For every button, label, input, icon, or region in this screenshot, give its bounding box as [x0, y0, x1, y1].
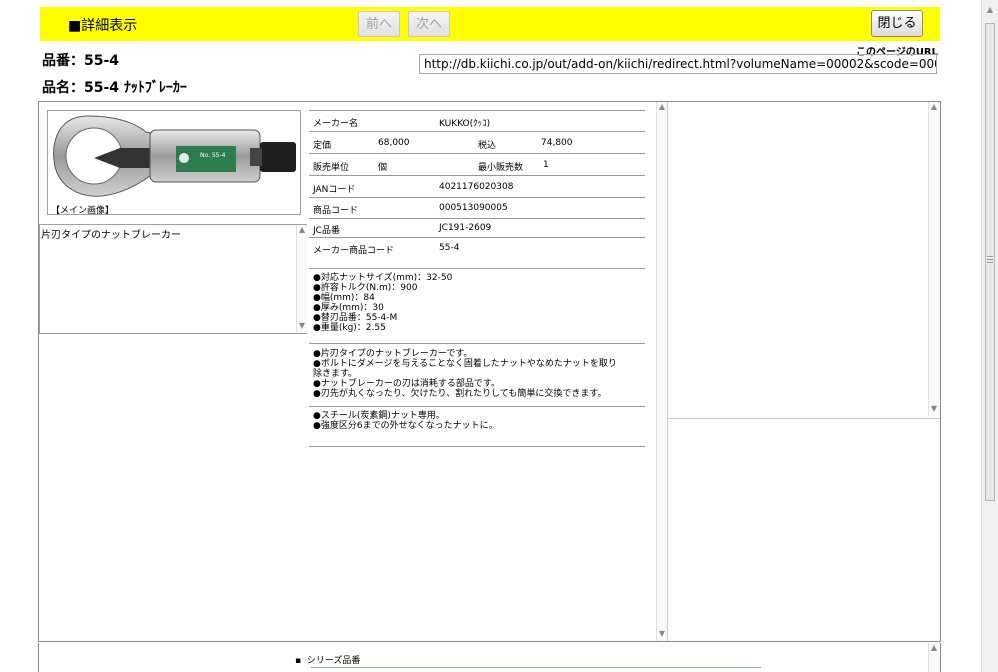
product-code-label: 商品コード [313, 206, 359, 216]
product-number: 品番：55-4 [42, 50, 119, 70]
header-bar: ■詳細表示 前へ 次へ 閉じる [40, 7, 940, 41]
next-button[interactable]: 次へ [408, 11, 450, 37]
unit-value: 個 [378, 163, 388, 173]
series-label: ▪ シリーズ品番 [295, 653, 360, 666]
row-divider [309, 197, 645, 198]
series-frame: ▪ シリーズ品番 ▲ [38, 643, 941, 672]
row-divider [309, 446, 645, 447]
scroll-down-icon[interactable]: ▼ [657, 629, 667, 638]
image-caption: 【メイン画像】 [51, 206, 115, 216]
maker-value: KUKKO(ｸｯｺ) [439, 119, 491, 129]
tag-text: No. 55-4 [200, 152, 226, 159]
product-number-value: 55-4 [84, 53, 120, 69]
scroll-up-icon[interactable]: ▲ [985, 5, 995, 14]
grip-line [987, 259, 993, 260]
right-panel-scrollbar[interactable]: ▲ ▼ [928, 102, 939, 416]
scroll-down-icon[interactable]: ▼ [297, 321, 307, 330]
row-divider [309, 237, 645, 238]
row-divider [309, 218, 645, 219]
min-qty-value: 1 [543, 160, 549, 170]
right-panel: ▲ ▼ [668, 102, 940, 419]
product-name-label: 品名： [42, 80, 84, 96]
list-price-value: 68,000 [378, 138, 410, 148]
row-divider [309, 268, 645, 269]
feature-item: ●ナットブレーカーの刃は消耗する部品です。 [313, 379, 500, 389]
jc-value: JC191-2609 [439, 223, 492, 233]
product-code-value: 000513090005 [439, 203, 508, 213]
spec-frame-scrollbar[interactable]: ▲ ▼ [656, 102, 667, 641]
maker-code-label: メーカー商品コード [313, 246, 395, 256]
feature-item: ●刃先が丸くなったり、欠けたり、割れたりしても簡単に交換できます。 [313, 389, 607, 399]
main-image-box: No. 55-4 【メイン画像】 [47, 110, 301, 216]
series-label-text: シリーズ品番 [306, 656, 361, 666]
feature-item: ●ボルトにダメージを与えることなく固着したナットやなめたナットを取り [313, 359, 617, 369]
page-url-field[interactable]: http://db.kiichi.co.jp/out/add-on/kiichi… [419, 54, 937, 74]
list-price-label: 定価 [313, 141, 332, 151]
page-scrollbar-thumb[interactable] [985, 23, 995, 501]
product-name-value: 55-4 ﾅｯﾄﾌﾞﾚｰｶｰ [84, 80, 187, 96]
description-box[interactable]: 片刃タイプのナットブレーカー ▲ ▼ [39, 224, 307, 334]
spec-item: ●厚み(mm)：30 [313, 303, 384, 313]
tax-in-label: 税込 [478, 141, 497, 151]
grip-line [987, 256, 993, 257]
grip-line [987, 262, 993, 263]
jan-label: JANコード [313, 185, 356, 195]
spec-item: ●幅(mm)：84 [313, 293, 375, 303]
spec-item: ●替刃品番：55-4-M [313, 313, 398, 323]
note-item: ●スチール(炭素鋼)ナット専用。 [313, 411, 445, 421]
row-divider [309, 131, 645, 132]
scroll-up-icon[interactable]: ▲ [297, 225, 307, 234]
spec-item: ●許容トルク(N.m)：900 [313, 283, 418, 293]
feature-item: 除きます。 [313, 369, 358, 379]
feature-list: ●片刃タイプのナットブレーカーです。 ●ボルトにダメージを与えることなく固着した… [313, 349, 617, 399]
note-list: ●スチール(炭素鋼)ナット専用。 ●強度区分6までの外せなくなったナットに。 [313, 411, 498, 431]
jan-value: 4021176020308 [439, 182, 514, 192]
min-qty-label: 最小販売数 [478, 163, 524, 173]
row-divider [309, 153, 645, 154]
scroll-down-icon[interactable]: ▼ [929, 404, 939, 413]
prev-button[interactable]: 前へ [358, 11, 400, 37]
row-divider [309, 343, 645, 344]
scroll-up-icon[interactable]: ▲ [929, 102, 939, 111]
tax-in-value: 74,800 [541, 138, 573, 148]
page-scrollbar[interactable]: ▲ [981, 0, 998, 672]
series-frame-scrollbar[interactable]: ▲ [928, 643, 939, 672]
bullet-icon: ▪ [295, 656, 302, 666]
scroll-up-icon[interactable]: ▲ [657, 102, 667, 111]
spec-list: ●対応ナットサイズ(mm)：32-50 ●許容トルク(N.m)：900 ●幅(m… [313, 273, 452, 333]
nut-breaker-photo-icon: No. 55-4 [53, 115, 296, 197]
product-number-label: 品番： [42, 53, 84, 69]
header-title: ■詳細表示 [68, 18, 138, 34]
spec-item: ●重量(kg)：2.55 [313, 323, 386, 333]
row-divider [309, 110, 645, 111]
maker-code-value: 55-4 [439, 243, 460, 253]
description-scrollbar[interactable]: ▲ ▼ [296, 225, 307, 333]
product-name: 品名：55-4 ﾅｯﾄﾌﾞﾚｰｶｰ [42, 77, 187, 97]
note-item: ●強度区分6までの外せなくなったナットに。 [313, 421, 498, 431]
row-divider [309, 175, 645, 176]
feature-item: ●片刃タイプのナットブレーカーです。 [313, 349, 473, 359]
maker-label: メーカー名 [313, 119, 359, 129]
description-text: 片刃タイプのナットブレーカー [41, 230, 181, 241]
row-divider [309, 406, 645, 407]
close-button[interactable]: 閉じる [871, 10, 923, 37]
unit-label: 販売単位 [313, 163, 350, 173]
spec-item: ●対応ナットサイズ(mm)：32-50 [313, 273, 453, 283]
jc-label: JC品番 [313, 226, 340, 236]
series-table-top [311, 667, 761, 668]
scroll-up-icon[interactable]: ▲ [929, 643, 939, 652]
